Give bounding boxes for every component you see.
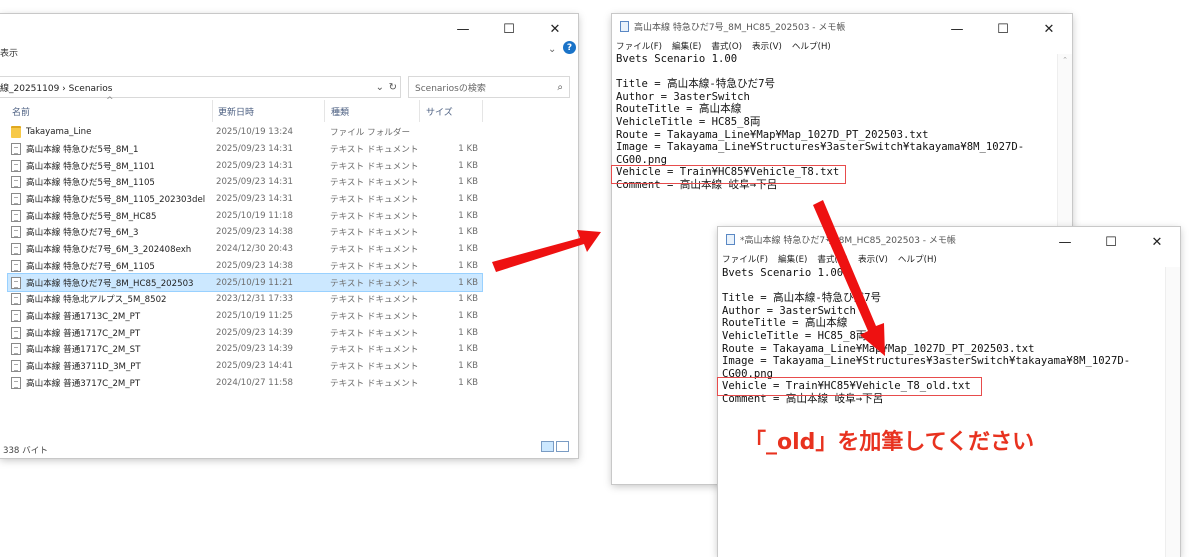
annotation-arrows <box>492 200 885 356</box>
arrow-to-edited-line-icon <box>813 200 885 356</box>
arrow-to-notepad-icon <box>492 230 601 272</box>
